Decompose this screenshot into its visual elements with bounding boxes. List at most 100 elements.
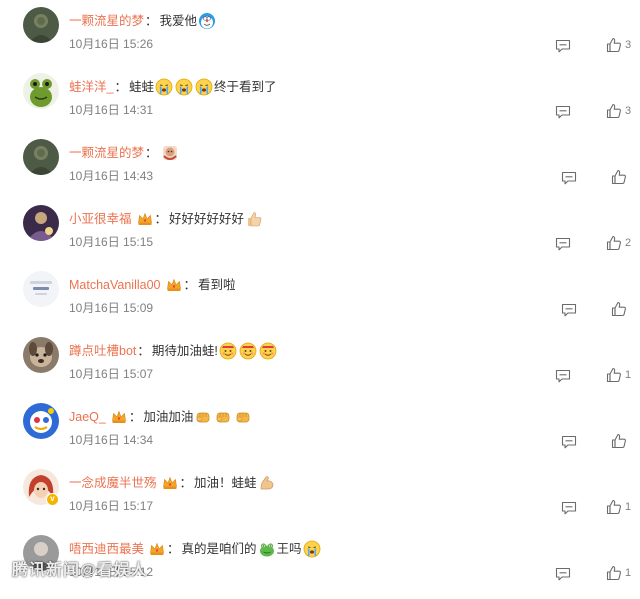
reply-button[interactable] — [555, 369, 571, 383]
like-button[interactable] — [611, 168, 627, 186]
separator: ： — [167, 542, 180, 556]
comment-text-part: 王吗 — [276, 542, 302, 556]
comment-text-part: 我爱他 — [159, 14, 198, 28]
comment-text-part: 期待加油蛙! — [151, 344, 218, 358]
thumbs-up-icon — [606, 235, 622, 251]
separator: ： — [128, 410, 142, 424]
like-button[interactable]: 3 — [606, 36, 631, 54]
like-button[interactable] — [611, 432, 627, 450]
username-link[interactable]: 蹲点吐槽bot — [69, 341, 136, 361]
crown-icon — [149, 542, 165, 556]
crying-face-emoji — [155, 78, 173, 96]
separator: ： — [154, 212, 168, 226]
timestamp: 10月16日 15:26 — [69, 37, 154, 51]
username-link[interactable]: JaeQ_ — [69, 407, 106, 427]
like-count: 1 — [625, 501, 632, 513]
fist-emoji — [194, 408, 212, 426]
crying-face-emoji — [303, 540, 321, 558]
comment-content: 小亚很幸福 ：好好好好好好 — [69, 209, 264, 229]
timestamp: 10月16日 15:17 — [69, 499, 154, 513]
cheer-face-emoji — [259, 342, 277, 360]
reply-button[interactable] — [561, 501, 577, 515]
comment-text-part: 蛙蛙 — [128, 80, 154, 94]
comment-item: 蛙洋洋_：蛙蛙 终于看到了 10月16日 14:31 3 — [0, 71, 640, 137]
comment-item: v 一念成魔半世殇 ：加油！蛙蛙 10月16日 15:17 1 — [0, 467, 640, 533]
thumbs-up-icon — [606, 103, 622, 119]
comment-content: 蹲点吐槽bot：期待加油蛙! — [69, 341, 278, 361]
like-button[interactable] — [611, 300, 627, 318]
reply-button[interactable] — [555, 567, 571, 581]
thumbs-up-icon — [611, 301, 627, 317]
crying-face-emoji — [175, 78, 193, 96]
verified-badge-icon: v — [46, 493, 59, 506]
thumbs-up-emoji — [245, 210, 263, 228]
like-count: 2 — [625, 237, 632, 249]
frog-emoji — [258, 540, 276, 558]
comment-icon — [561, 171, 577, 185]
comment-icon — [555, 237, 571, 251]
avatar[interactable] — [23, 73, 59, 109]
separator: ： — [137, 344, 150, 358]
like-button[interactable]: 2 — [606, 234, 631, 252]
comment-text: 期待加油蛙! — [152, 341, 278, 361]
username-link[interactable]: 小亚很幸福 — [69, 209, 132, 229]
reply-button[interactable] — [555, 237, 571, 251]
crown-icon — [111, 410, 127, 424]
separator: ： — [145, 14, 158, 28]
cheer-face-emoji — [219, 342, 237, 360]
comment-text-part: 好好好好好好 — [169, 212, 245, 226]
crown-icon — [166, 278, 182, 292]
avatar[interactable] — [23, 337, 59, 373]
username-link[interactable]: MatchaVanilla00 — [69, 275, 161, 295]
comment-content: 一念成魔半世殇 ：加油！蛙蛙 — [69, 473, 277, 493]
like-button[interactable]: 1 — [606, 498, 631, 516]
comment-text-part: 加油加油 — [143, 410, 194, 424]
separator: ： — [114, 80, 127, 94]
username-link[interactable]: 一颗流星的梦 — [69, 11, 144, 31]
separator: ： — [179, 476, 193, 490]
avatar[interactable] — [23, 403, 59, 439]
comment-text: 蛙蛙 终于看到了 — [129, 77, 277, 97]
comment-text-part: 真的是咱们的 — [181, 542, 257, 556]
timestamp: 10月16日 15:07 — [69, 367, 154, 381]
crying-face-emoji — [195, 78, 213, 96]
timestamp: 10月16日 15:09 — [69, 301, 154, 315]
reply-button[interactable] — [555, 105, 571, 119]
thumbs-up-icon — [611, 169, 627, 185]
comment-text-part: 加油！蛙蛙 — [194, 476, 257, 490]
timestamp: 10月16日 14:31 — [69, 103, 154, 117]
like-button[interactable]: 3 — [606, 102, 631, 120]
timestamp: 10月16日 15:15 — [69, 235, 154, 249]
comment-content: MatchaVanilla00 ：看到啦 — [69, 275, 236, 295]
reply-button[interactable] — [561, 435, 577, 449]
thumbs-up-icon — [611, 433, 627, 449]
like-button[interactable]: 1 — [606, 564, 631, 582]
avatar[interactable] — [23, 7, 59, 43]
comment-content: JaeQ_ ：加油加油 — [69, 407, 253, 427]
comment-icon — [555, 369, 571, 383]
thumbs-up-icon — [606, 37, 622, 53]
thumbs-up-icon — [606, 367, 622, 383]
timestamp: 10月16日 14:34 — [69, 433, 154, 447]
comment-item: 蹲点吐槽bot：期待加油蛙! 10月16日 15:07 1 — [0, 335, 640, 401]
fist-emoji — [234, 408, 252, 426]
avatar[interactable] — [23, 139, 59, 175]
reply-button[interactable] — [555, 39, 571, 53]
comment-item: MatchaVanilla00 ：看到啦 10月16日 15:09 — [0, 269, 640, 335]
comment-text: 看到啦 — [198, 275, 236, 295]
comment-icon — [561, 303, 577, 317]
username-link[interactable]: 蛙洋洋_ — [69, 77, 113, 97]
like-button[interactable]: 1 — [606, 366, 631, 384]
comment-icon — [555, 39, 571, 53]
comment-icon — [561, 435, 577, 449]
comment-text-part: 看到啦 — [198, 278, 236, 292]
username-link[interactable]: 一念成魔半世殇 — [69, 473, 157, 493]
reply-button[interactable] — [561, 303, 577, 317]
username-link[interactable]: 一颗流星的梦 — [69, 143, 144, 163]
comment-content: 一颗流星的梦：我爱他 — [69, 11, 217, 31]
avatar[interactable] — [23, 205, 59, 241]
timestamp: 10月16日 14:43 — [69, 169, 154, 183]
avatar[interactable] — [23, 271, 59, 307]
comment-text: 加油！蛙蛙 — [194, 473, 277, 493]
reply-button[interactable] — [561, 171, 577, 185]
